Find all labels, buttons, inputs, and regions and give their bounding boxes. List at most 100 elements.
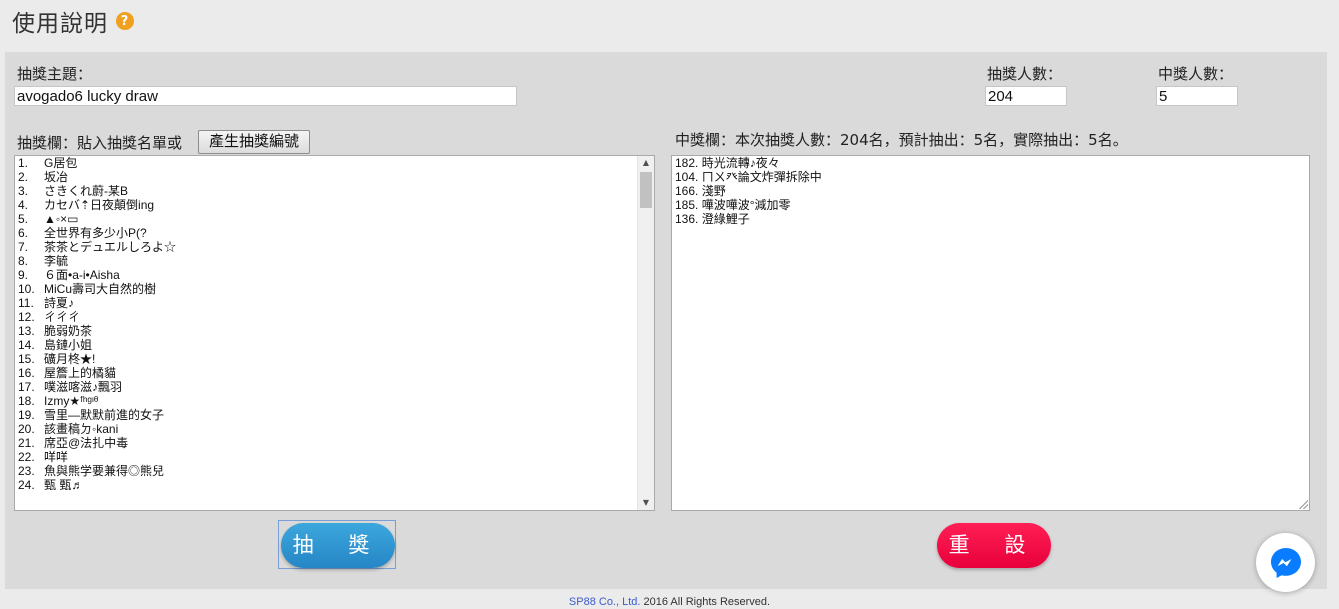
entry-number: 8.	[18, 254, 29, 268]
entry-scrollbar[interactable]: ▲ ▼	[637, 156, 654, 510]
entry-name: 噗滋喀滋♪飄羽	[44, 380, 123, 394]
question-circle-icon[interactable]: ?	[116, 12, 134, 30]
entry-name: Izmy★ᶠʰᵍᶦᶿ	[44, 394, 99, 408]
entry-item: 13. 脆弱奶茶	[18, 324, 654, 338]
winner-item: 166. 淺野	[675, 184, 726, 198]
entry-name: 島鏈小姐	[44, 338, 93, 352]
messenger-icon[interactable]	[1256, 533, 1315, 592]
entry-item: 23. 魚與熊学要兼得◎熊兒	[18, 464, 654, 478]
result-textarea[interactable]: 182. 時光流轉♪夜々 104. ㄇㄨ癶論文炸彈拆除中 166. 淺野 185. 嘩…	[671, 155, 1310, 511]
entry-item: 16. 屋簷上的橘貓	[18, 366, 654, 380]
entry-area-label: 抽獎欄：貼入抽獎名單或	[17, 134, 183, 152]
lottery-panel: 抽獎主題： 抽獎人數： 中獎人數： 抽獎欄：貼入抽獎名單或 產生抽獎編號 中獎欄…	[5, 52, 1327, 589]
entry-name: ▲◦×▭	[44, 212, 79, 226]
winners-count-input[interactable]	[1156, 86, 1238, 106]
entry-number: 14.	[18, 338, 35, 352]
entry-item: 5. ▲◦×▭	[18, 212, 654, 226]
result-area-label: 中獎欄：本次抽獎人數：204名，預計抽出：5名，實際抽出：5名。	[675, 131, 1128, 149]
entry-number: 19.	[18, 408, 35, 422]
entry-number: 4.	[18, 198, 29, 212]
entry-name: 坂冶	[44, 170, 69, 184]
entry-name: 脆弱奶茶	[44, 324, 93, 338]
entry-number: 11.	[18, 296, 34, 310]
scroll-up-icon[interactable]: ▲	[638, 156, 654, 170]
entry-textarea[interactable]: 1. G居包 2. 坂冶 3. さきくれ蔚-某B 4. カセバ⇡日夜顛倒ing 5. ▲◦×▭ 6.…	[14, 155, 655, 511]
entry-list: 1. G居包 2. 坂冶 3. さきくれ蔚-某B 4. カセバ⇡日夜顛倒ing 5. ▲◦×▭ 6.…	[15, 156, 654, 492]
entry-number: 16.	[18, 366, 35, 380]
entry-item: 18. Izmy★ᶠʰᵍᶦᶿ	[18, 394, 654, 408]
page-title-text: 使用說明	[12, 11, 108, 37]
entry-item: 11. 詩夏♪	[18, 296, 654, 310]
entry-number: 21.	[18, 436, 35, 450]
entry-item: 17. 噗滋喀滋♪飄羽	[18, 380, 654, 394]
entry-number: 18.	[18, 394, 35, 408]
entry-name: 屋簷上的橘貓	[44, 366, 117, 380]
entry-item: 20. 該畫稿ㄉ◦kani	[18, 422, 654, 436]
entry-item: 7. 茶茶とデュエルしろよ☆	[18, 240, 654, 254]
entry-number: 5.	[18, 212, 29, 226]
footer: SP88 Co., Ltd. 2016 All Rights Reserved.	[0, 596, 1339, 608]
entry-number: 12.	[18, 310, 35, 324]
winner-list: 182. 時光流轉♪夜々 104. ㄇㄨ癶論文炸彈拆除中 166. 淺野 185. 嘩…	[672, 156, 1309, 226]
entry-name: 茶茶とデュエルしろよ☆	[44, 240, 177, 254]
generate-numbers-button[interactable]: 產生抽獎編號	[198, 130, 311, 154]
entry-item: 21. 席亞@法扎中毒	[18, 436, 654, 450]
entry-item: 8. 李毓	[18, 254, 654, 268]
scroll-down-icon[interactable]: ▼	[638, 496, 654, 510]
entry-item: 12. ㄔㄔㄔ	[18, 310, 654, 324]
entry-item: 4. カセバ⇡日夜顛倒ing	[18, 198, 654, 212]
winner-item: 182. 時光流轉♪夜々	[675, 156, 780, 170]
entry-number: 22.	[18, 450, 35, 464]
entry-name: 全世界有多少小P(?	[44, 226, 147, 240]
entry-name: G居包	[44, 156, 78, 170]
entry-name: 席亞@法扎中毒	[44, 436, 129, 450]
entry-name: 雪里—默默前進的女子	[44, 408, 165, 422]
entry-name: 詩夏♪	[44, 296, 75, 310]
topic-input[interactable]	[14, 86, 517, 106]
entry-item: 19. 雪里—默默前進的女子	[18, 408, 654, 422]
entry-number: 6.	[18, 226, 29, 240]
entry-number: 13.	[18, 324, 35, 338]
entry-name: 甄 甄♬	[44, 478, 84, 492]
winners-count-label: 中獎人數：	[1158, 65, 1234, 83]
entry-number: 17.	[18, 380, 35, 394]
entry-name: ６面•a-i•Aisha	[44, 268, 120, 282]
entry-name: 魚與熊学要兼得◎熊兒	[44, 464, 165, 478]
reset-button[interactable]: 重 設	[937, 523, 1051, 568]
draw-button[interactable]: 抽 獎	[281, 523, 395, 568]
entry-item: 9. ６面•a-i•Aisha	[18, 268, 654, 282]
winner-item: 185. 嘩波嘩波°減加零	[675, 198, 791, 212]
entry-item: 24. 甄 甄♬	[18, 478, 654, 492]
footer-company-link[interactable]: SP88 Co., Ltd.	[569, 596, 641, 608]
entry-name: さきくれ蔚-某B	[44, 184, 129, 198]
entry-name: 咩咩	[44, 450, 69, 464]
entry-item: 22. 咩咩	[18, 450, 654, 464]
participants-label: 抽獎人數：	[987, 65, 1063, 83]
entry-item: 10. MiCu壽司大自然的樹	[18, 282, 654, 296]
scroll-thumb[interactable]	[640, 172, 652, 208]
entry-item: 1. G居包	[18, 156, 654, 170]
entry-number: 24.	[18, 478, 35, 492]
entry-item: 14. 島鏈小姐	[18, 338, 654, 352]
entry-number: 2.	[18, 170, 29, 184]
topic-label: 抽獎主題：	[17, 65, 93, 83]
footer-rights: 2016 All Rights Reserved.	[640, 596, 771, 608]
resize-grip-icon[interactable]	[1298, 499, 1308, 509]
page-title: 使用說明 ?	[12, 4, 134, 38]
entry-number: 15.	[18, 352, 35, 366]
draw-button-focus-ring: 抽 獎	[278, 520, 396, 569]
winner-item: 136. 澄綠鯉子	[675, 212, 750, 226]
entry-name: MiCu壽司大自然的樹	[44, 282, 157, 296]
winner-item: 104. ㄇㄨ癶論文炸彈拆除中	[675, 170, 822, 184]
entry-name: ㄔㄔㄔ	[44, 310, 81, 324]
entry-number: 3.	[18, 184, 29, 198]
entry-number: 7.	[18, 240, 29, 254]
entry-number: 1.	[18, 156, 29, 170]
entry-name: 李毓	[44, 254, 69, 268]
entry-item: 15. 礦月柊★!	[18, 352, 654, 366]
entry-number: 23.	[18, 464, 35, 478]
entry-name: 礦月柊★!	[44, 352, 96, 366]
participants-input[interactable]	[985, 86, 1067, 106]
entry-name: 該畫稿ㄉ◦kani	[44, 422, 119, 436]
entry-item: 3. さきくれ蔚-某B	[18, 184, 654, 198]
